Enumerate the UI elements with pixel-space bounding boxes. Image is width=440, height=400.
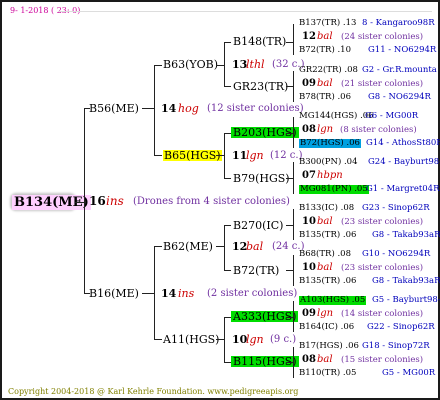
gen3-code-4: B270(IC) [233,219,284,232]
gen4-breed: bal [317,78,333,89]
gen1-count-0: 14 [161,102,177,115]
gen1-bracket-0 [154,65,155,156]
gen4-top-origin: G2 - Gr.R.mounta [362,65,437,75]
gen4-info: (23 sister colonies) [341,217,424,227]
gen2-bracket-2 [224,225,225,271]
gen2-code-3: A11(HGS) [163,333,220,346]
root-count: 16 [89,194,106,208]
gen4-top-origin: G24 - Bayburt98-3 [368,157,440,167]
gen4-count: 08 [302,354,316,365]
gen4-top-code: B300(PN) .04 [299,157,358,167]
gen2-info-1: (12 c.) [270,150,303,161]
gen4-bottom-code: B78(TR) .06 [299,92,351,102]
gen4-breed: bal [317,216,333,227]
gen4-breed: hbpn [317,170,343,181]
gen4-bottom-code: B164(IC) .06 [299,322,355,332]
gen4-bottom-code: B135(TR) .06 [299,230,357,240]
gen4-top-code: GR22(TR) .08 [299,65,358,75]
gen4-top-origin: G10 - NO6294R [362,249,431,259]
root-breed: ins [106,194,124,208]
gen1-breed-0: hog [178,102,199,115]
gen4-breed: bal [317,354,333,365]
gen2-bracket-1 [224,133,225,179]
gen4-top-code: MG144(HGS) .06 [299,111,374,121]
gen3-code-0: B148(TR) [233,35,287,48]
gen2-bracket-0 [224,42,225,87]
gen4-breed: bal [317,31,333,42]
gen4-top-origin: 8 - Kangaroo98R [362,18,435,28]
gen4-bottom-code: B135(TR) .06 [299,276,357,286]
gen2-breed-1: lgn [246,149,264,162]
gen4-top-code: B133(IC) .08 [299,203,355,213]
gen4-info: (23 sister colonies) [341,263,424,273]
gen4-top-origin: G18 - Sinop72R [362,341,430,351]
gen4-count: 08 [302,124,316,135]
gen4-count: 07 [302,170,316,181]
gen4-bottom-origin: G1 - Margret04R [366,184,440,194]
gen4-info: (14 sister colonies) [341,309,424,319]
header-rule [58,11,432,12]
gen4-bottom-origin: G8 - NO6294R [368,92,431,102]
gen4-bottom-code: B110(TR) .05 [299,368,357,378]
gen4-info: (8 sister colonies) [340,125,417,135]
gen3-code-5: B72(TR) [233,264,280,277]
gen4-bottom-code: B72(TR) .10 [299,45,351,55]
gen4-top-code: A103(HGS) .05 [299,295,367,305]
gen4-count: 10 [302,262,316,273]
gen4-info: (15 sister colonies) [341,355,424,365]
gen1-bracket-1 [154,246,155,340]
gen4-top-origin: G5 - Bayburt98-3 [372,295,440,305]
root-info: (Drones from 4 sister colonies) [133,196,290,207]
gen4-top-code: B17(HGS) .06 [299,341,359,351]
gen2-code-2: B62(ME) [163,240,213,253]
gen3-code-3: B79(HGS) [233,172,290,185]
gen4-breed: bal [317,262,333,273]
gen2-breed-0: lthl [246,58,265,71]
gen4-top-code: B137(TR) .13 [299,18,357,28]
gen4-count: 09 [302,308,316,319]
gen2-bracket-3 [224,317,225,363]
gen1-breed-1: ins [178,287,195,300]
gen3-code-1: GR23(TR) [233,80,289,93]
pedigree-chart: 9- 1-2018 ( 23: 0) B134(ME) 16 ins (Dron… [0,0,440,400]
gen1-code-0: B56(ME) [89,102,139,115]
gen1-count-1: 14 [161,287,177,300]
gen2-code-1: B65(HGS) [163,149,222,162]
gen2-info-3: (9 c.) [270,334,297,345]
gen4-breed: lgn [317,124,334,135]
gen4-bottom-origin: G5 - MG00R [382,368,436,378]
gen4-count: 10 [302,216,316,227]
gen2-code-0: B63(YOB) [163,58,219,71]
gen2-breed-3: lgn [246,333,264,346]
gen4-bottom-origin: G14 - AthosSt80R [366,138,440,148]
gen4-bottom-origin: G22 - Sinop62R [367,322,435,332]
gen2-breed-2: bal [246,240,264,253]
root-bracket [84,108,85,294]
gen4-bottom-origin: G11 - NO6294R [368,45,437,55]
gen4-bottom-code: B72(HGS) .06 [299,138,361,148]
gen4-breed: lgn [317,308,334,319]
gen4-count: 12 [302,31,316,42]
gen4-info: (24 sister colonies) [341,32,424,42]
gen4-count: 09 [302,78,316,89]
gen4-bottom-origin: G8 - Takab93aR [372,276,440,286]
gen4-bottom-origin: G8 - Takab93aR [372,230,440,240]
gen4-top-code: B68(TR) .08 [299,249,351,259]
footer-copyright: Copyright 2004-2018 @ Karl Kehrle Founda… [8,387,299,396]
gen4-info: (21 sister colonies) [341,79,424,89]
gen1-info-1: (2 sister colonies) [207,288,298,299]
gen1-info-0: (12 sister colonies) [207,103,304,114]
gen4-top-origin: G23 - Sinop62R [362,203,430,213]
gen1-code-1: B16(ME) [89,287,139,300]
gen4-bottom-code: MG081(PN) .05 [299,184,369,194]
gen4-top-origin: G6 - MG00R [365,111,419,121]
